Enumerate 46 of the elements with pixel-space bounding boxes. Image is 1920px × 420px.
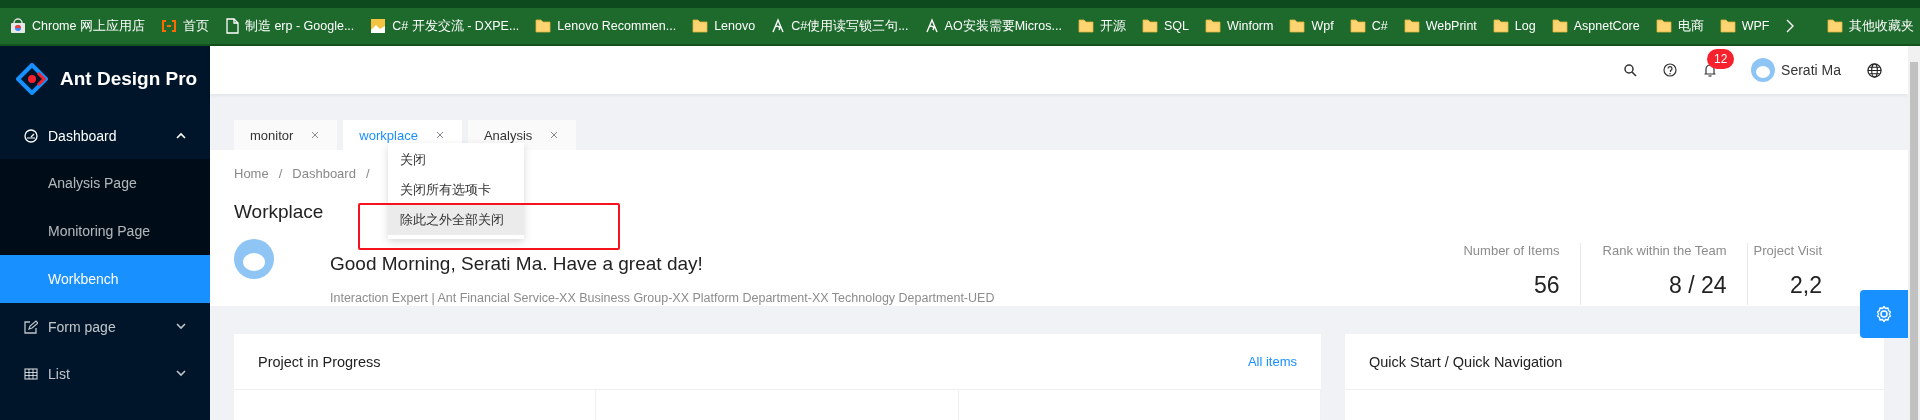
bookmark-item[interactable]: 制造 erp - Google... xyxy=(224,17,355,35)
bookmark-item[interactable]: C# 开发交流 - DXPE... xyxy=(370,17,520,35)
bookmark-item[interactable]: AspnetCore xyxy=(1551,19,1640,33)
app-title: Ant Design Pro xyxy=(60,68,198,90)
bookmark-item[interactable]: Winform xyxy=(1204,19,1274,33)
page-tab[interactable]: monitor xyxy=(234,120,338,150)
bookmark-item[interactable]: C#使用读写锁三句... xyxy=(771,17,909,35)
menu-item[interactable]: List xyxy=(0,350,210,397)
menu-option[interactable]: 除此之外全部关闭 xyxy=(388,205,524,235)
bookmark-item[interactable]: Log xyxy=(1492,19,1536,33)
breadcrumb-link[interactable]: Home xyxy=(234,166,269,181)
greeting-text: Good Morning, Serati Ma. Have a great day! xyxy=(330,253,704,275)
stat-value: 2,2 xyxy=(1789,272,1822,299)
menu-item[interactable]: Dashboard xyxy=(0,112,210,159)
bookmark-item[interactable]: C# xyxy=(1349,19,1388,33)
bookmark-item[interactable]: 其他收藏夹 xyxy=(1827,17,1915,35)
stat-label: Project Visit xyxy=(1753,243,1822,258)
notification-badge: 12 xyxy=(1707,48,1735,69)
submenu-item[interactable]: Analysis Page xyxy=(0,159,210,207)
bookmark-item[interactable]: Lenovo Recommen... xyxy=(535,19,677,33)
bookmark-item[interactable]: WPF xyxy=(1719,19,1770,33)
bookmark-item[interactable]: Chrome 网上应用店 xyxy=(10,17,145,35)
user-name[interactable]: Serati Ma xyxy=(1781,62,1841,78)
stat-value: 8 / 24 xyxy=(1668,272,1727,299)
bookmark-item[interactable]: Wpf xyxy=(1289,19,1334,33)
bookmark-item[interactable]: Lenovo xyxy=(692,19,756,33)
breadcrumb-link[interactable]: Dashboard xyxy=(292,166,356,181)
bookmark-item[interactable]: AO安装需要Micros... xyxy=(924,17,1062,35)
menu-option[interactable]: 关闭所有选项卡 xyxy=(388,175,524,205)
breadcrumb-separator: / xyxy=(365,166,370,181)
menu-item[interactable]: Form page xyxy=(0,303,210,350)
stat-label: Number of Items xyxy=(1463,243,1560,258)
bookmark-item[interactable]: WebPrint xyxy=(1403,19,1477,33)
submenu-item[interactable]: Monitoring Page xyxy=(0,207,210,255)
bookmark-item[interactable]: 首页 xyxy=(160,17,209,35)
breadcrumb-separator: / xyxy=(278,166,283,181)
bookmark-item[interactable]: SQL xyxy=(1141,19,1189,33)
stat-value: 56 xyxy=(1532,272,1560,299)
page-title: Workplace xyxy=(234,201,324,223)
bookmark-item[interactable]: 开源 xyxy=(1077,17,1126,35)
stat-label: Rank within the Team xyxy=(1602,243,1727,258)
card-title: Quick Start / Quick Navigation xyxy=(1369,353,1563,370)
card-title: Project in Progress xyxy=(258,353,381,370)
user-description: Interaction Expert | Ant Financial Service-XX Business Group-XX Platform Department-XX Technology Department-UED xyxy=(330,291,995,305)
bookmark-item[interactable]: 电商 xyxy=(1655,17,1704,35)
all-items-link[interactable]: All items xyxy=(1247,354,1297,369)
